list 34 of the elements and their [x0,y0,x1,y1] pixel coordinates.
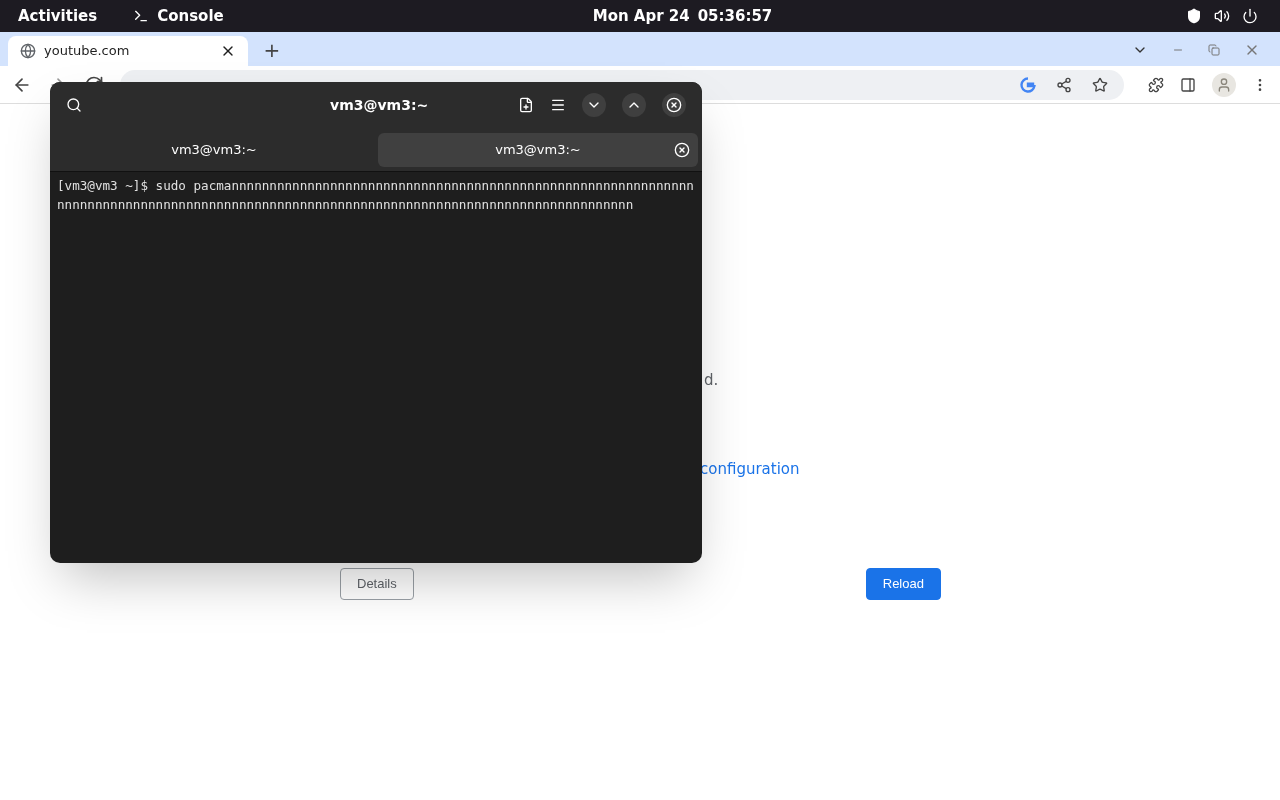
google-icon[interactable] [1020,76,1036,93]
star-icon[interactable] [1092,76,1108,93]
terminal-output: [vm3@vm3 ~]$ sudo pacmannnnnnnnnnnnnnnnnnnnnnnnnnnnnnnnnnnnnnnnnnnnnnnnnnnnnnnnnnnnnnnnnnnnnnnnnnnnnnnnnnnnnnnnnnnnnnnnnnnnnnnnnnnnnnnnnnnnnnnnnnnnnnnnnnnnnnnnn [57,177,695,214]
extensions-icon[interactable] [1148,76,1164,93]
new-tab-icon[interactable] [518,97,534,113]
minimize-button[interactable] [582,93,606,117]
configuration-link[interactable]: configuration [700,457,1280,480]
new-tab-button[interactable]: + [260,38,284,62]
power-icon[interactable] [1242,8,1258,24]
terminal-tab[interactable]: vm3@vm3:~ [378,132,698,167]
reload-button[interactable]: Reload [865,568,941,600]
globe-icon [20,43,36,59]
shield-icon[interactable] [1186,8,1202,24]
person-icon [1216,76,1232,93]
error-text: d. [704,370,720,391]
volume-icon[interactable] [1214,8,1230,24]
tab-title: youtube.com [44,42,130,61]
details-button[interactable]: Details [340,568,414,600]
terminal-tab[interactable]: vm3@vm3:~ [54,132,374,167]
activities-button[interactable]: Activities [18,4,98,28]
maximize-button[interactable] [622,93,646,117]
close-icon [666,97,682,113]
window-title: vm3@vm3:~ [330,95,429,115]
terminal-icon [133,8,150,24]
close-tab-icon[interactable] [674,141,690,158]
browser-tab[interactable]: youtube.com [8,36,248,66]
menu-icon[interactable] [550,97,566,113]
share-icon[interactable] [1056,76,1072,93]
close-button[interactable] [662,93,686,117]
search-icon[interactable] [66,97,82,113]
clock[interactable]: Mon Apr 24 05:36:57 [592,4,773,28]
app-menu[interactable]: Console [157,4,224,28]
side-panel-icon[interactable] [1180,76,1196,93]
avatar[interactable] [1212,72,1236,97]
